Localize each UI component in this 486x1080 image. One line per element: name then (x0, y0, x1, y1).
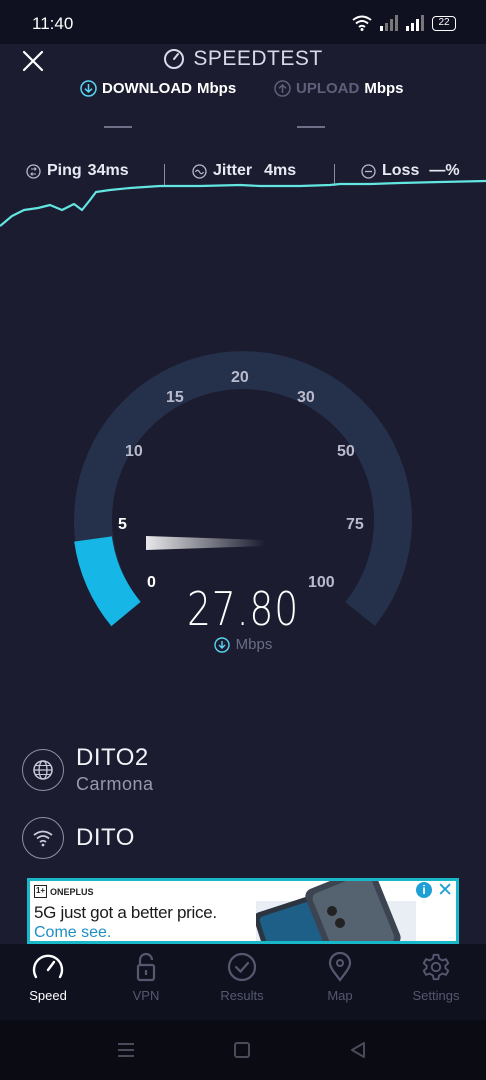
checkmark-circle-icon (227, 952, 257, 982)
app-title: SPEEDTEST (0, 47, 486, 71)
gauge-tick-5: 5 (118, 516, 127, 533)
tab-results-label: Results (220, 988, 264, 1003)
download-arrow-icon (80, 80, 97, 97)
map-pin-icon (328, 952, 352, 982)
download-arrow-icon (213, 636, 230, 653)
speed-unit-label: Mbps (235, 636, 273, 653)
app-title-text: SPEEDTEST (193, 47, 323, 70)
gauge-tick-20: 20 (231, 369, 249, 386)
signal-icon-sim1 (380, 15, 398, 31)
ad-cta[interactable]: Come see. (34, 924, 111, 941)
speedometer-icon (32, 954, 64, 979)
tab-settings-label: Settings (412, 988, 460, 1003)
globe-icon (22, 748, 64, 791)
gauge-tick-10: 10 (125, 443, 143, 460)
tab-vpn[interactable]: VPN (106, 952, 186, 1003)
ad-close-icon[interactable]: ✕ (437, 881, 453, 902)
tab-speed-label: Speed (29, 988, 67, 1003)
gear-icon (422, 953, 450, 981)
gauge-tick-30: 30 (297, 389, 315, 406)
system-nav-bar (0, 1020, 486, 1080)
gauge-track (74, 351, 412, 626)
tab-map[interactable]: Map (300, 952, 380, 1003)
server-name: DITO2 (76, 744, 149, 771)
wifi-icon (22, 817, 64, 859)
speed-value: 27.80 (186, 582, 300, 636)
gauge-tick-75: 75 (346, 516, 364, 533)
speedtest-screen: SPEEDTEST DOWNLOAD Mbps UPLOAD Mbps Ping… (0, 44, 486, 944)
status-bar: 11:40 22 (0, 0, 486, 44)
back-icon[interactable] (348, 1040, 368, 1060)
gauge-tick-15: 15 (166, 389, 184, 406)
ad-brand: 1+ ONEPLUS (34, 885, 94, 898)
tab-results[interactable]: Results (202, 952, 282, 1003)
gauge-logo-icon (164, 49, 185, 69)
tab-download[interactable]: DOWNLOAD Mbps (80, 80, 236, 97)
network-info: DITO (22, 817, 135, 859)
menu-icon[interactable] (116, 1042, 136, 1058)
signal-icon-sim2 (406, 15, 424, 31)
battery-icon: 22 (432, 15, 456, 31)
server-selector[interactable]: DITO2 Carmona (22, 744, 154, 795)
speed-history-graph (0, 179, 486, 227)
download-value-placeholder (104, 126, 132, 128)
ad-phones-image (256, 881, 416, 941)
clock: 11:40 (32, 14, 74, 33)
bottom-nav: Speed VPN Results Map Settings (0, 944, 486, 1020)
download-label: DOWNLOAD (102, 80, 192, 97)
ad-brand-name: ONEPLUS (50, 886, 94, 897)
gauge-tick-50: 50 (337, 443, 355, 460)
upload-arrow-icon (274, 80, 291, 97)
status-icons: 22 (352, 14, 456, 32)
server-location: Carmona (76, 774, 154, 794)
tab-speed[interactable]: Speed (8, 952, 88, 1003)
home-icon[interactable] (233, 1041, 251, 1059)
tab-map-label: Map (327, 988, 353, 1003)
ad-banner[interactable]: 1+ ONEPLUS 5G just got a better price. C… (27, 878, 459, 944)
upload-label: UPLOAD (296, 80, 360, 97)
oneplus-logo: 1+ (34, 885, 47, 898)
download-unit: Mbps (197, 80, 237, 97)
network-name: DITO (76, 824, 135, 851)
wifi-icon (352, 15, 372, 31)
tab-upload[interactable]: UPLOAD Mbps (274, 80, 404, 97)
upload-unit: Mbps (364, 80, 404, 97)
tab-settings[interactable]: Settings (396, 952, 476, 1003)
unlock-icon (136, 952, 156, 982)
ad-info-icon[interactable]: i (416, 882, 432, 898)
upload-value-placeholder (297, 126, 325, 128)
ad-headline: 5G just got a better price. (34, 903, 217, 922)
speed-unit: Mbps (0, 636, 486, 653)
gauge-needle (146, 536, 265, 550)
tab-vpn-label: VPN (132, 988, 160, 1003)
